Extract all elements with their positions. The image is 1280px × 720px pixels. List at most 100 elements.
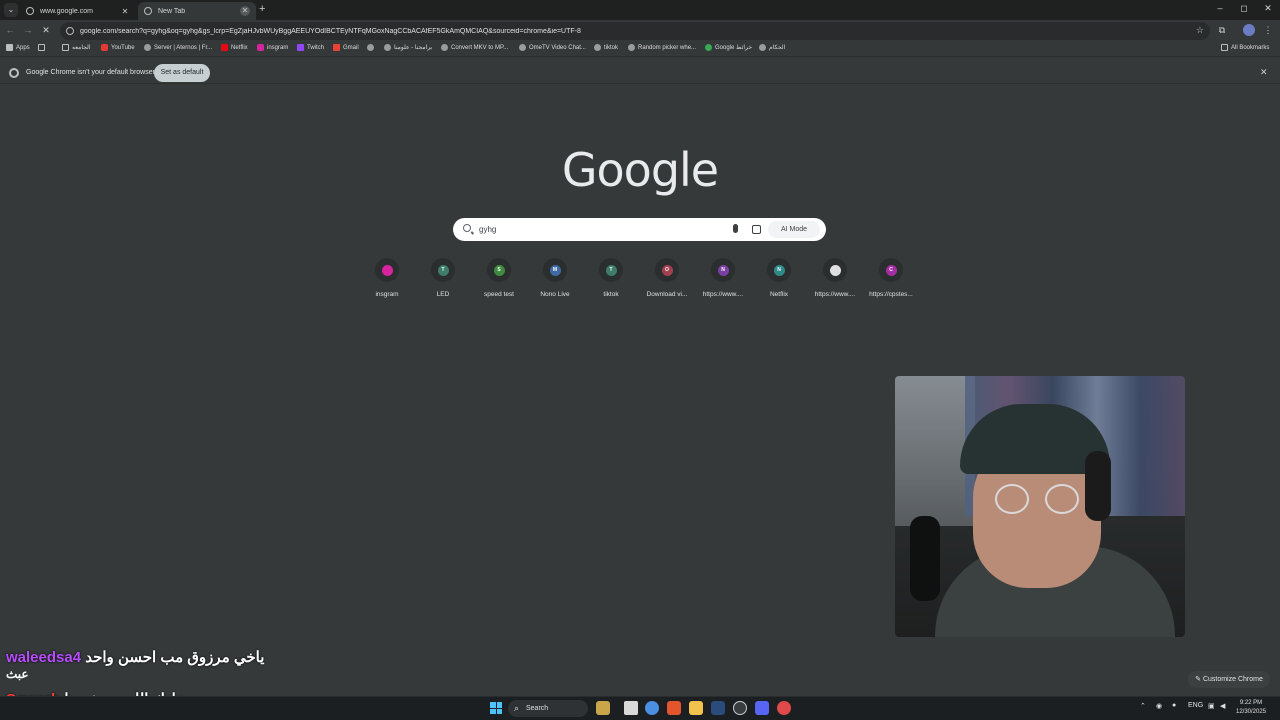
bookmark-item[interactable]: الجامعه xyxy=(62,44,91,51)
customize-chrome-button[interactable]: ✎ Customize Chrome xyxy=(1188,671,1270,688)
site-info-icon[interactable] xyxy=(66,27,74,35)
shortcut-icon: M xyxy=(549,264,561,276)
shortcut-label: Netflix xyxy=(769,291,789,298)
extensions-icon[interactable]: ⧉ xyxy=(1216,25,1228,36)
shortcut-tile[interactable]: Ttiktok xyxy=(583,258,639,298)
tab-groups-icon[interactable] xyxy=(38,44,45,51)
shortcut-tile[interactable]: Nhttps://www.... xyxy=(695,258,751,298)
shortcut-tile[interactable]: M Nono Live xyxy=(527,258,583,298)
shortcut-tile[interactable]: https://www.... xyxy=(807,258,863,298)
headset xyxy=(1085,451,1111,521)
app-icon[interactable] xyxy=(733,701,747,715)
shortcut-tile[interactable]: T LED xyxy=(415,258,471,298)
steam-icon[interactable] xyxy=(711,701,725,715)
bookmark-item[interactable]: الحكام xyxy=(759,44,785,51)
network-icon[interactable]: ▣ xyxy=(1208,702,1215,710)
apps-button[interactable]: Apps xyxy=(6,44,30,51)
bookmark-item[interactable]: Gmail xyxy=(333,44,359,51)
minimize-button[interactable]: – xyxy=(1210,3,1230,13)
shortcut-icon: O xyxy=(661,264,673,276)
bookmark-item[interactable]: Netflix xyxy=(221,44,248,51)
chat-message: waleedsa4 ياخي مرزوق مب احسن واحد xyxy=(6,648,264,666)
bookmark-item[interactable]: Server | Aternos | Fr... xyxy=(144,44,212,51)
close-icon[interactable]: ✕ xyxy=(1260,67,1268,78)
bookmark-star-icon[interactable]: ☆ xyxy=(1196,25,1204,36)
shortcut-label: tiktok xyxy=(603,291,619,298)
windows-start-icon[interactable] xyxy=(490,702,502,714)
stop-icon[interactable]: ✕ xyxy=(40,25,52,36)
bookmark-item[interactable]: Twitch xyxy=(297,44,324,51)
shortcut-favicon: T xyxy=(431,258,455,282)
search-query: gyhg xyxy=(479,225,497,234)
discord-icon[interactable] xyxy=(755,701,769,715)
microphone-icon[interactable]: ● xyxy=(1172,702,1176,709)
tab-label: New Tab xyxy=(158,7,186,15)
bookmark-item[interactable]: OmeTV Video Chat... xyxy=(519,44,586,51)
youtube-icon xyxy=(101,44,108,51)
chat-text: ياخي مرزوق مب احسن واحد xyxy=(85,649,265,666)
shortcut-tile[interactable]: N Netflix xyxy=(751,258,807,298)
chat-username: waleedsa4 xyxy=(6,649,82,666)
file-explorer-icon[interactable] xyxy=(689,701,703,715)
twitch-icon xyxy=(297,44,304,51)
clock[interactable]: 9:22 PM 12/30/2025 xyxy=(1236,699,1266,717)
tab-google[interactable]: www.google.com ✕ xyxy=(20,2,136,20)
close-icon[interactable]: ✕ xyxy=(120,7,130,16)
back-icon[interactable]: ← xyxy=(4,25,16,35)
bookmark-item[interactable]: برامجنا - علومنا xyxy=(384,44,432,51)
brave-icon[interactable] xyxy=(667,701,681,715)
all-bookmarks-button[interactable]: All Bookmarks xyxy=(1221,44,1269,51)
shortcut-favicon: N xyxy=(711,258,735,282)
window-close-button[interactable]: ✕ xyxy=(1258,3,1278,14)
volume-icon[interactable]: ◀ xyxy=(1220,702,1225,710)
globe-icon xyxy=(441,44,448,51)
language-indicator[interactable]: ENG xyxy=(1188,702,1203,709)
shortcut-icon: S xyxy=(493,264,505,276)
shortcut-favicon: S xyxy=(487,258,511,282)
bookmark-item[interactable]: YouTube xyxy=(101,44,135,51)
globe-icon xyxy=(594,44,601,51)
forward-icon[interactable]: → xyxy=(22,25,34,35)
set-as-default-button[interactable]: Set as default xyxy=(154,64,210,82)
close-icon[interactable]: ✕ xyxy=(240,6,250,16)
default-browser-infobar: Google Chrome isn't your default browser… xyxy=(0,62,1280,84)
shortcut-tile[interactable]: Sspeed test xyxy=(471,258,527,298)
app-tray-icon[interactable]: ◉ xyxy=(1156,702,1162,710)
bookmark-item[interactable]: Convert MKV to MP... xyxy=(441,44,508,51)
chevron-up-icon[interactable]: ⌃ xyxy=(1140,702,1146,710)
address-bar[interactable]: google.com/search?q=gyhg&oq=gyhg&gs_lcrp… xyxy=(60,22,1210,40)
task-view-icon[interactable] xyxy=(624,701,638,715)
lens-icon[interactable] xyxy=(752,225,761,234)
taskbar-search[interactable]: Search xyxy=(508,700,588,717)
tab-strip: ⌄ www.google.com ✕ New Tab ✕ + – ◻ ✕ xyxy=(0,0,1280,20)
maximize-button[interactable]: ◻ xyxy=(1234,3,1254,14)
microphone xyxy=(910,516,940,601)
tab-search-button[interactable]: ⌄ xyxy=(4,3,18,17)
app-icon[interactable] xyxy=(777,701,791,715)
bookmark-item[interactable]: insgram xyxy=(257,44,288,51)
shortcut-tile[interactable]: Chttps://cpstes... xyxy=(863,258,919,298)
shortcut-label: https://www.... xyxy=(702,291,744,298)
chrome-icon[interactable] xyxy=(645,701,659,715)
menu-icon[interactable]: ⋮ xyxy=(1262,25,1274,36)
search-input[interactable]: gyhg AI Mode xyxy=(453,218,826,241)
globe-icon xyxy=(519,44,526,51)
microphone-icon[interactable] xyxy=(733,224,738,233)
shortcut-tile[interactable]: O Download vi... xyxy=(639,258,695,298)
avatar[interactable] xyxy=(1243,24,1255,36)
shortcut-tile[interactable]: insgram xyxy=(359,258,415,298)
shortcut-label: Nono Live xyxy=(540,291,570,298)
bookmark-item[interactable]: Google خرائط xyxy=(705,44,752,51)
tab-new-tab[interactable]: New Tab ✕ xyxy=(138,2,256,20)
bookmark-item[interactable]: tiktok xyxy=(594,44,618,51)
shortcut-icon: N xyxy=(717,264,729,276)
widgets-icon[interactable] xyxy=(596,701,610,715)
shortcut-icon: T xyxy=(437,264,449,276)
bookmark-item[interactable]: Random picker whe... xyxy=(628,44,696,51)
new-tab-button[interactable]: + xyxy=(259,3,265,15)
bookmark-item[interactable] xyxy=(367,44,377,51)
shortcut-label: https://www.... xyxy=(814,291,856,298)
shortcut-icon xyxy=(829,264,841,276)
ai-mode-button[interactable]: AI Mode xyxy=(768,221,820,238)
shortcut-label: speed test xyxy=(484,291,514,298)
